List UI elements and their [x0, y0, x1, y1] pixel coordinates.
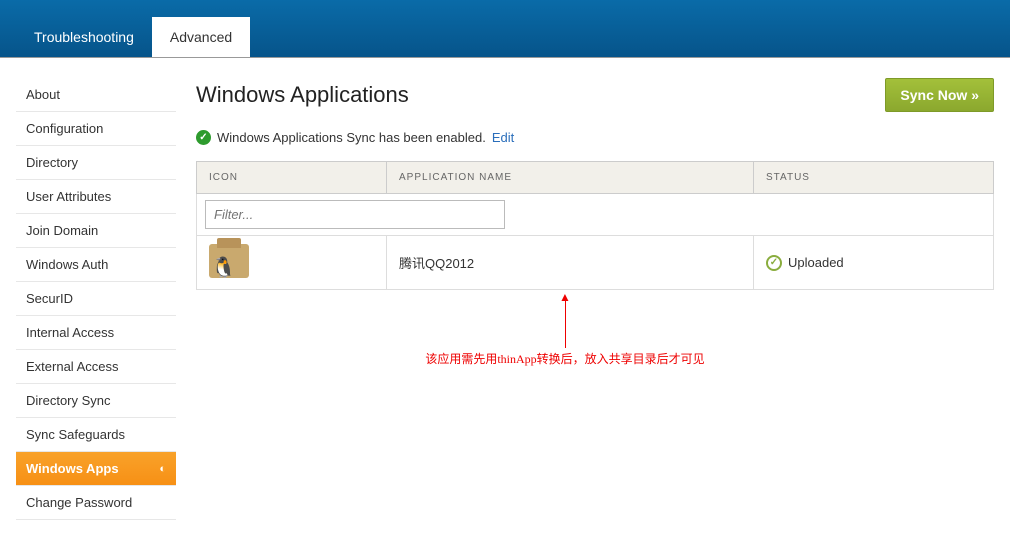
app-name-cell: 腾讯QQ2012: [387, 236, 754, 290]
sidebar-item-windows-auth[interactable]: Windows Auth: [16, 248, 176, 282]
tab-troubleshooting[interactable]: Troubleshooting: [16, 17, 152, 57]
sidebar-item-securid[interactable]: SecurID: [16, 282, 176, 316]
annotation: ▲ 该应用需先用thinApp转换后，放入共享目录后才可见: [436, 294, 994, 367]
sidebar-item-internal-access[interactable]: Internal Access: [16, 316, 176, 350]
edit-link[interactable]: Edit: [492, 130, 514, 145]
sidebar-item-external-access[interactable]: External Access: [16, 350, 176, 384]
table-row[interactable]: 腾讯QQ2012 ✓ Uploaded: [197, 236, 994, 290]
status-label: Uploaded: [788, 255, 844, 270]
check-circle-icon: ✓: [766, 255, 782, 271]
sidebar-item-directory-sync[interactable]: Directory Sync: [16, 384, 176, 418]
filter-input[interactable]: [205, 200, 505, 229]
top-tab-bar: Troubleshooting Advanced: [0, 0, 1010, 58]
column-header-status: STATUS: [754, 162, 994, 194]
sidebar-item-change-password[interactable]: Change Password: [16, 486, 176, 520]
sidebar-item-user-attributes[interactable]: User Attributes: [16, 180, 176, 214]
app-icon: [209, 244, 249, 278]
annotation-text: 该应用需先用thinApp转换后，放入共享目录后才可见: [286, 350, 844, 367]
main-content: Windows Applications Sync Now » ✓ Window…: [196, 78, 994, 520]
check-circle-icon: ✓: [196, 130, 211, 145]
arrow-up-icon: ▲: [286, 294, 844, 300]
applications-table: ICON APPLICATION NAME STATUS 腾讯QQ2012: [196, 161, 994, 290]
sidebar-item-about[interactable]: About: [16, 78, 176, 112]
sidebar-item-directory[interactable]: Directory: [16, 146, 176, 180]
sidebar-item-sync-safeguards[interactable]: Sync Safeguards: [16, 418, 176, 452]
column-header-name: APPLICATION NAME: [387, 162, 754, 194]
sync-now-button[interactable]: Sync Now »: [885, 78, 994, 112]
sidebar-item-join-domain[interactable]: Join Domain: [16, 214, 176, 248]
sidebar-item-windows-apps[interactable]: Windows Apps ◐: [16, 452, 176, 486]
tab-advanced[interactable]: Advanced: [152, 17, 250, 57]
sidebar-item-configuration[interactable]: Configuration: [16, 112, 176, 146]
chevron-right-icon: ◐: [159, 463, 166, 475]
status-text: Windows Applications Sync has been enabl…: [217, 130, 486, 145]
page-title: Windows Applications: [196, 82, 409, 108]
status-message: ✓ Windows Applications Sync has been ena…: [196, 130, 994, 145]
sidebar: About Configuration Directory User Attri…: [16, 78, 176, 520]
sidebar-item-label: Windows Apps: [26, 461, 119, 476]
column-header-icon: ICON: [197, 162, 387, 194]
